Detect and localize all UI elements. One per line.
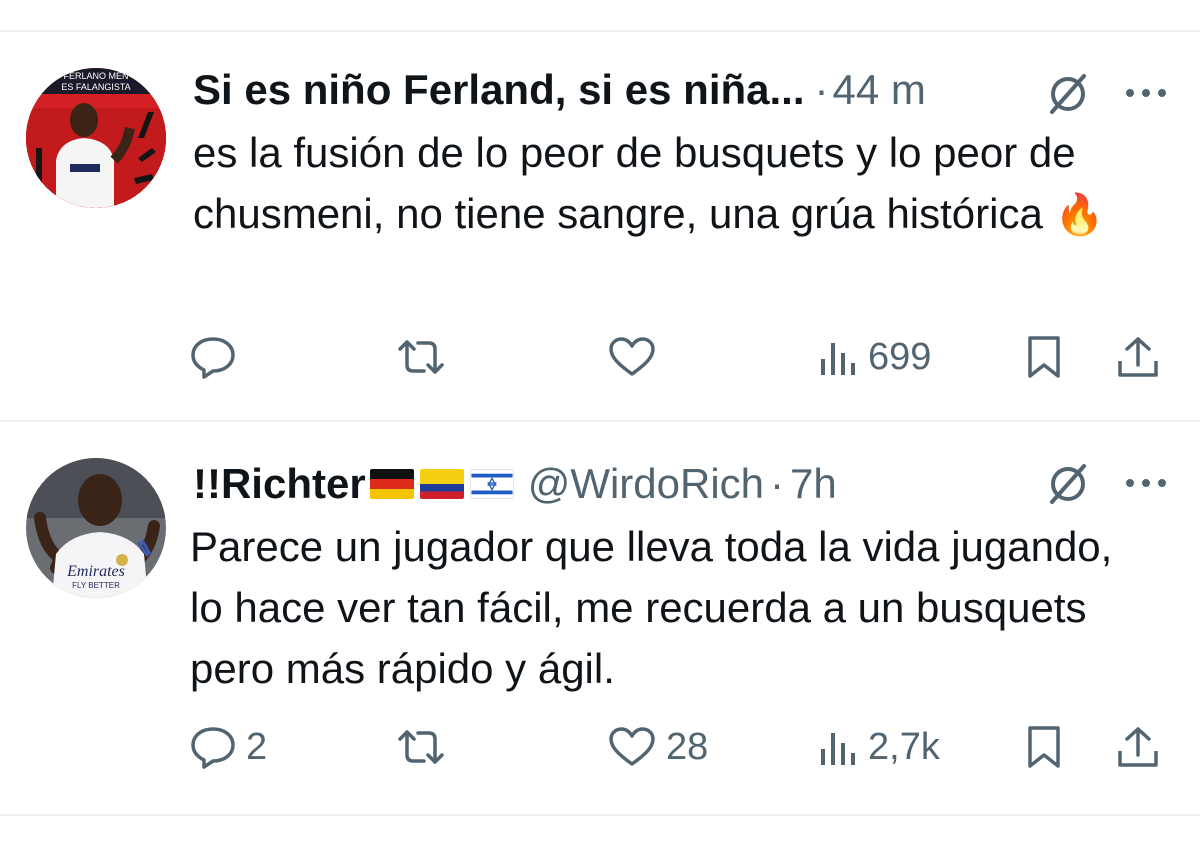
avatar[interactable]: Emirates FLY BETTER xyxy=(26,458,166,598)
heart-icon xyxy=(609,727,655,766)
views-count: 2,7k xyxy=(868,725,940,768)
retweet-icon xyxy=(398,730,444,764)
heart-icon xyxy=(609,337,655,376)
share-button[interactable] xyxy=(1116,722,1160,772)
display-name[interactable]: !!Richter xyxy=(193,460,366,508)
user-handle[interactable]: @WirdoRich xyxy=(528,460,764,508)
svg-text:FERLANO MEN: FERLANO MEN xyxy=(63,71,128,81)
tweet-header: Si es niño Ferland, si es niña... · 44 m xyxy=(193,66,926,114)
reply-count: 2 xyxy=(246,725,268,768)
action-bar: 699 xyxy=(190,332,1170,382)
action-bar: 2 28 2,7k xyxy=(190,722,1170,772)
name-flags xyxy=(369,469,514,499)
bookmark-button[interactable] xyxy=(1024,722,1064,772)
views-icon xyxy=(821,343,855,375)
tweet-2[interactable]: Emirates FLY BETTER !!Richter @WirdoRich… xyxy=(0,422,1200,814)
more-options-icon[interactable] xyxy=(1124,87,1168,99)
retweet-icon xyxy=(398,340,444,374)
svg-text:FLY BETTER: FLY BETTER xyxy=(72,581,120,590)
tweet-text: es la fusión de lo peor de busquets y lo… xyxy=(193,122,1153,246)
svg-text:Emirates: Emirates xyxy=(66,563,125,580)
avatar[interactable]: FERLANO MEN ES FALANGISTA xyxy=(26,68,166,208)
retweet-button[interactable] xyxy=(396,332,456,382)
tweet-text: Parece un jugador que lleva toda la vida… xyxy=(190,516,1150,699)
tweet-divider xyxy=(0,814,1200,816)
share-button[interactable] xyxy=(1116,332,1160,382)
timestamp[interactable]: 44 m xyxy=(833,66,926,114)
tweet-1[interactable]: FERLANO MEN ES FALANGISTA Si es niño Fer… xyxy=(0,32,1200,420)
reply-button[interactable] xyxy=(190,332,246,382)
views-icon xyxy=(821,733,855,765)
bookmark-button[interactable] xyxy=(1024,332,1064,382)
more-options-icon[interactable] xyxy=(1124,477,1168,489)
bookmark-icon xyxy=(1028,336,1060,378)
grok-icon[interactable] xyxy=(1046,72,1090,116)
like-count: 28 xyxy=(666,725,709,768)
display-name[interactable]: Si es niño Ferland, si es niña... xyxy=(193,66,805,114)
grok-icon[interactable] xyxy=(1046,462,1090,506)
germany-flag-icon xyxy=(369,469,414,499)
reply-icon xyxy=(191,727,235,769)
views-count: 699 xyxy=(868,335,932,378)
share-icon xyxy=(1118,337,1158,377)
tweet-text-content: Parece un jugador que lleva toda la vida… xyxy=(190,523,1113,692)
views-button[interactable]: 2,7k xyxy=(818,722,940,772)
bookmark-icon xyxy=(1028,726,1060,768)
tweet-text-content: es la fusión de lo peor de busquets y lo… xyxy=(193,129,1076,237)
reply-icon xyxy=(191,337,235,379)
views-button[interactable]: 699 xyxy=(818,332,931,382)
fire-emoji: 🔥 xyxy=(1054,193,1105,237)
avatar-image: FERLANO MEN ES FALANGISTA xyxy=(26,68,166,208)
tweet-header: !!Richter @WirdoRich · 7h xyxy=(193,460,837,508)
timestamp[interactable]: 7h xyxy=(790,460,837,508)
israel-flag-icon xyxy=(469,469,514,499)
avatar-image: Emirates FLY BETTER xyxy=(26,458,166,598)
dot-separator: · xyxy=(770,460,785,507)
svg-text:ES FALANGISTA: ES FALANGISTA xyxy=(61,82,130,92)
reply-button[interactable]: 2 xyxy=(190,722,267,772)
like-button[interactable]: 28 xyxy=(608,722,708,772)
dot-separator: · xyxy=(814,66,829,113)
retweet-button[interactable] xyxy=(396,722,456,772)
like-button[interactable] xyxy=(608,332,666,382)
share-icon xyxy=(1118,727,1158,767)
colombia-flag-icon xyxy=(419,469,464,499)
